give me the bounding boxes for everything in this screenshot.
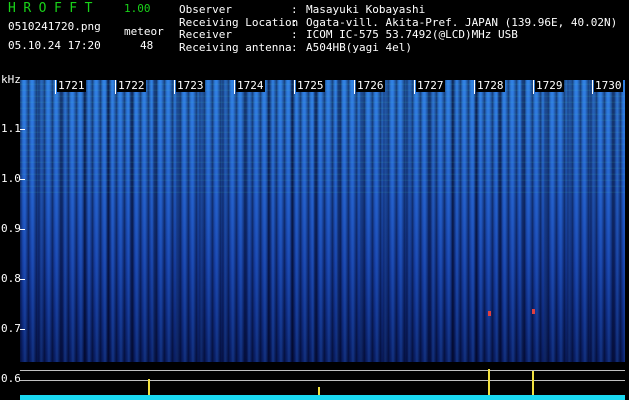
y-tick-mark — [20, 229, 25, 230]
y-tick-label: 0.8 — [1, 272, 21, 285]
minute-tick — [234, 80, 235, 94]
timestamp: 05.10.24 17:20 — [8, 39, 101, 52]
noise-baseline — [20, 395, 625, 400]
y-tick-mark — [20, 129, 25, 130]
minute-tick — [115, 80, 116, 94]
meteor-detection-strip — [20, 362, 625, 400]
y-tick-label: 0.6 — [1, 372, 21, 385]
file-name: 0510241720.png — [8, 20, 101, 33]
app-title: HROFFT — [8, 1, 100, 16]
info-value: Masayuki Kobayashi — [306, 3, 426, 16]
signal-noise-band — [20, 80, 625, 193]
minute-label: 1729 — [535, 79, 564, 92]
y-tick-mark — [20, 329, 25, 330]
frequency-unit: kHz — [1, 73, 21, 86]
minute-label: 1727 — [416, 79, 445, 92]
minute-tick — [474, 80, 475, 94]
info-key: Receiver — [179, 28, 232, 41]
detection-spike — [532, 371, 534, 395]
info-value: A504HB(yagi 4el) — [306, 40, 412, 54]
y-tick-mark — [20, 179, 25, 180]
info-value: ICOM IC-575 53.7492(@LCD)MHz USB — [306, 28, 518, 41]
threshold-line — [20, 370, 625, 371]
info-value: Ogata-vill. Akita-Pref. JAPAN (139.96E, … — [306, 15, 618, 29]
minute-label: 1726 — [356, 79, 385, 92]
minute-tick — [354, 80, 355, 94]
info-key: Receiving antenna — [179, 40, 292, 54]
threshold-line — [20, 380, 625, 381]
minute-tick — [414, 80, 415, 94]
minute-tick — [55, 80, 56, 94]
minute-tick — [294, 80, 295, 94]
minute-tick — [592, 80, 593, 94]
info-colon: : — [291, 28, 305, 41]
detection-spike — [148, 379, 150, 395]
y-tick-mark — [20, 279, 25, 280]
info-colon: : — [291, 40, 305, 54]
minute-label: 1724 — [236, 79, 265, 92]
minute-label: 1730 — [594, 79, 623, 92]
info-row-antenna: Receiving antenna: A504HB(yagi 4el) — [179, 40, 617, 55]
detection-spike — [318, 387, 320, 395]
minute-label: 1722 — [117, 79, 146, 92]
minute-label: 1723 — [176, 79, 205, 92]
station-info: Observer: Masayuki Kobayashi Receiving L… — [179, 3, 618, 55]
minute-tick — [533, 80, 534, 94]
y-tick-label: 1.1 — [1, 122, 21, 135]
meteor-echo-marker — [488, 311, 491, 316]
app-version: 1.00 — [124, 2, 151, 15]
minute-label: 1725 — [296, 79, 325, 92]
detection-spike — [488, 369, 490, 395]
meteor-count: 48 — [140, 39, 154, 52]
spectrogram — [20, 80, 625, 362]
y-tick-label: 0.7 — [1, 322, 21, 335]
y-tick-label: 1.0 — [1, 172, 21, 185]
minute-label: 1728 — [476, 79, 505, 92]
info-colon: : — [291, 3, 305, 16]
meteor-label: meteor — [124, 25, 164, 38]
y-tick-label: 0.9 — [1, 222, 21, 235]
header-panel: HROFFT 1.00 0510241720.png 05.10.24 17:2… — [0, 0, 629, 78]
minute-tick — [174, 80, 175, 94]
minute-label: 1721 — [57, 79, 86, 92]
info-key: Observer — [179, 3, 232, 16]
meteor-echo-marker — [532, 309, 535, 314]
